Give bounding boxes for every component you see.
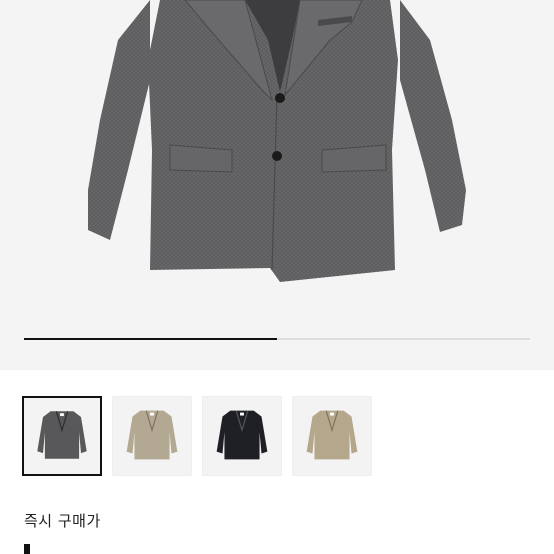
color-option-black[interactable] [202, 396, 282, 476]
blazer-thumbnail-black [216, 410, 268, 460]
instant-buy-price-label: 즉시 구매가 [24, 512, 101, 530]
color-option-khaki[interactable] [292, 396, 372, 476]
color-option-beige[interactable] [112, 396, 192, 476]
color-option-charcoal-gray[interactable] [22, 396, 102, 476]
color-option-list [22, 396, 382, 476]
blazer-thumbnail-khaki [306, 410, 358, 460]
gallery-progress-fill [24, 338, 277, 340]
gallery-progress-bar[interactable] [24, 338, 530, 340]
product-image-area[interactable] [0, 0, 554, 370]
instant-buy-price-value [24, 544, 30, 554]
main-blazer-image [88, 0, 466, 282]
blazer-thumbnail-gray [37, 411, 87, 459]
blazer-thumbnail-beige [126, 410, 178, 460]
